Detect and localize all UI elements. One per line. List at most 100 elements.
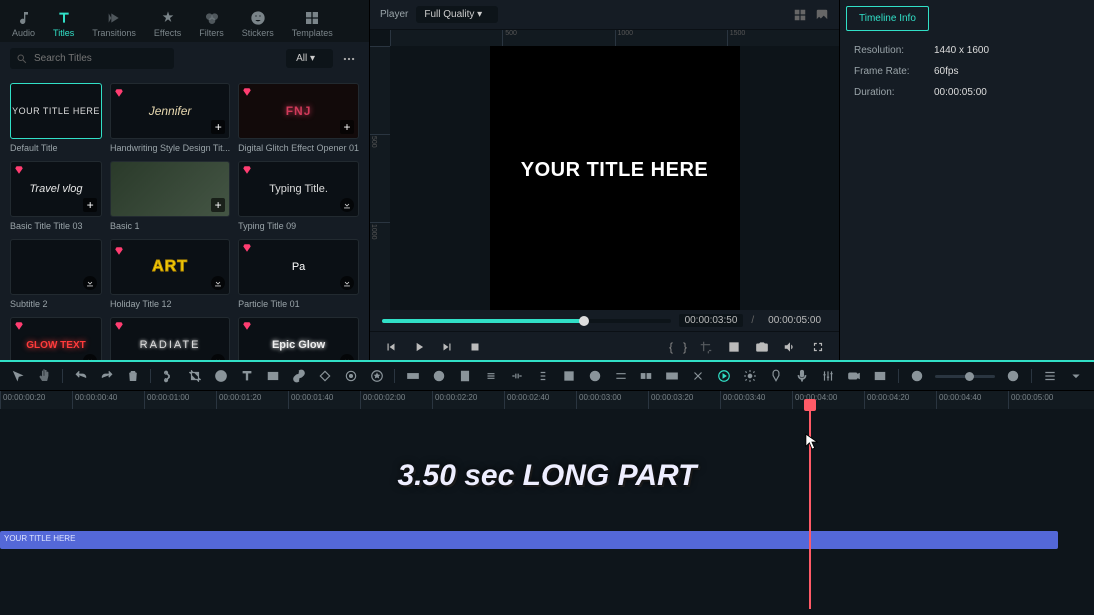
record-button[interactable]	[846, 368, 862, 384]
progress-bar[interactable]	[382, 319, 671, 323]
delete-button[interactable]	[125, 368, 141, 384]
cursor-icon	[805, 433, 819, 454]
crop-tool[interactable]	[187, 368, 203, 384]
enhance-button[interactable]	[369, 368, 385, 384]
split-button[interactable]	[161, 368, 177, 384]
player-header: Player Full Quality ▾	[370, 0, 839, 30]
snapshot-button[interactable]	[753, 338, 771, 356]
title-clip[interactable]: YOUR TITLE HERE	[0, 531, 1058, 549]
title-tile[interactable]: +Basic 1	[110, 161, 230, 231]
ruler-horizontal: 50010001500	[390, 30, 839, 46]
keyframe-button[interactable]	[317, 368, 333, 384]
tab-label: Audio	[12, 28, 35, 38]
undo-button[interactable]	[73, 368, 89, 384]
titles-grid: YOUR TITLE HEREDefault TitleJennifer+Han…	[0, 75, 369, 360]
grid-layout-icon[interactable]	[793, 8, 807, 22]
track-button-4[interactable]	[483, 368, 499, 384]
track-button-7[interactable]	[561, 368, 577, 384]
info-row: Resolution:1440 x 1600	[854, 45, 1080, 56]
tab-label: Stickers	[242, 28, 274, 38]
progress-row: 00:00:03:50 / 00:00:05:00	[370, 310, 839, 331]
search-input[interactable]	[10, 48, 174, 69]
player-controls: { }	[370, 331, 839, 362]
snapshot-timeline-button[interactable]	[872, 368, 888, 384]
title-tile[interactable]: Typing Title.Typing Title 09	[238, 161, 359, 231]
play-button[interactable]	[410, 338, 428, 356]
settings-button[interactable]	[742, 368, 758, 384]
search-row: All ▾	[0, 42, 369, 75]
tab-effects[interactable]: Effects	[146, 6, 189, 42]
timeline-info-tab[interactable]: Timeline Info	[846, 6, 929, 31]
title-tile[interactable]: Travel vlog+Basic Title Title 03	[10, 161, 102, 231]
prev-frame-button[interactable]	[382, 338, 400, 356]
title-tile[interactable]: Epic Glow	[238, 317, 359, 360]
stop-button[interactable]	[466, 338, 484, 356]
tab-audio[interactable]: Audio	[4, 6, 43, 42]
mic-button[interactable]	[794, 368, 810, 384]
color-button[interactable]	[343, 368, 359, 384]
properties-panel: Timeline Info Resolution:1440 x 1600 Fram…	[840, 0, 1094, 360]
title-tile[interactable]: Jennifer+Handwriting Style Design Tit...	[110, 83, 230, 153]
title-tile[interactable]: Subtitle 2	[10, 239, 102, 309]
marker-button[interactable]	[725, 338, 743, 356]
quality-dropdown[interactable]: Full Quality ▾	[416, 6, 498, 23]
zoom-out-button[interactable]	[909, 368, 925, 384]
timecode-total: 00:00:05:00	[762, 314, 827, 327]
track-button-2[interactable]	[431, 368, 447, 384]
track-button-8[interactable]	[587, 368, 603, 384]
track-view-button[interactable]	[1042, 368, 1058, 384]
track-button-3[interactable]	[457, 368, 473, 384]
track-button-9[interactable]	[613, 368, 629, 384]
info-row: Frame Rate:60fps	[854, 66, 1080, 77]
timecode-current: 00:00:03:50	[679, 314, 744, 327]
redo-button[interactable]	[99, 368, 115, 384]
more-button[interactable]	[339, 49, 359, 69]
timeline-body[interactable]: 3.50 sec LONG PART YOUR TITLE HERE	[0, 409, 1094, 609]
link-button[interactable]	[291, 368, 307, 384]
tab-stickers[interactable]: Stickers	[234, 6, 282, 42]
track-button-10[interactable]	[638, 368, 654, 384]
title-tile[interactable]: FNJ+Digital Glitch Effect Opener 01	[238, 83, 359, 153]
crop-ratio-button[interactable]	[265, 368, 281, 384]
preview-canvas[interactable]: YOUR TITLE HERE	[490, 30, 740, 310]
render-button[interactable]	[716, 368, 732, 384]
title-tile[interactable]: ARTHoliday Title 12	[110, 239, 230, 309]
fullscreen-button[interactable]	[809, 338, 827, 356]
title-tile[interactable]: RADIATE	[110, 317, 230, 360]
picture-icon[interactable]	[815, 8, 829, 22]
track-button-11[interactable]	[664, 368, 680, 384]
select-tool[interactable]	[10, 368, 26, 384]
track-button-5[interactable]	[509, 368, 525, 384]
crop-button[interactable]	[697, 338, 715, 356]
track-button-6[interactable]	[535, 368, 551, 384]
mark-out-button[interactable]: }	[683, 340, 687, 354]
audio-mixer-button[interactable]	[820, 368, 836, 384]
volume-button[interactable]	[781, 338, 799, 356]
title-tile[interactable]: GLOW TEXT	[10, 317, 102, 360]
filter-dropdown[interactable]: All ▾	[286, 49, 333, 68]
tab-label: Filters	[199, 28, 224, 38]
hand-tool[interactable]	[36, 368, 52, 384]
zoom-in-button[interactable]	[1005, 368, 1021, 384]
next-frame-button[interactable]	[438, 338, 456, 356]
tab-titles[interactable]: Titles	[45, 6, 82, 42]
title-tile[interactable]: PaParticle Title 01	[238, 239, 359, 309]
tab-filters[interactable]: Filters	[191, 6, 232, 42]
title-tile[interactable]: YOUR TITLE HEREDefault Title	[10, 83, 102, 153]
mark-in-button[interactable]: {	[669, 340, 673, 354]
tab-label: Effects	[154, 28, 181, 38]
track-button-12[interactable]	[690, 368, 706, 384]
tab-templates[interactable]: Templates	[284, 6, 341, 42]
player-label: Player	[380, 9, 408, 20]
info-body: Resolution:1440 x 1600Frame Rate:60fpsDu…	[840, 31, 1094, 122]
media-library-panel: Audio Titles Transitions Effects Filters…	[0, 0, 370, 360]
tab-label: Templates	[292, 28, 333, 38]
track-button-1[interactable]	[405, 368, 421, 384]
chevron-down-icon[interactable]	[1068, 368, 1084, 384]
tab-transitions[interactable]: Transitions	[84, 6, 144, 42]
text-tool[interactable]	[239, 368, 255, 384]
zoom-slider[interactable]	[935, 375, 995, 378]
timeline-ruler[interactable]: 00:00:00:2000:00:00:4000:00:01:0000:00:0…	[0, 391, 1094, 409]
speed-button[interactable]	[213, 368, 229, 384]
marker-flag-button[interactable]	[768, 368, 784, 384]
